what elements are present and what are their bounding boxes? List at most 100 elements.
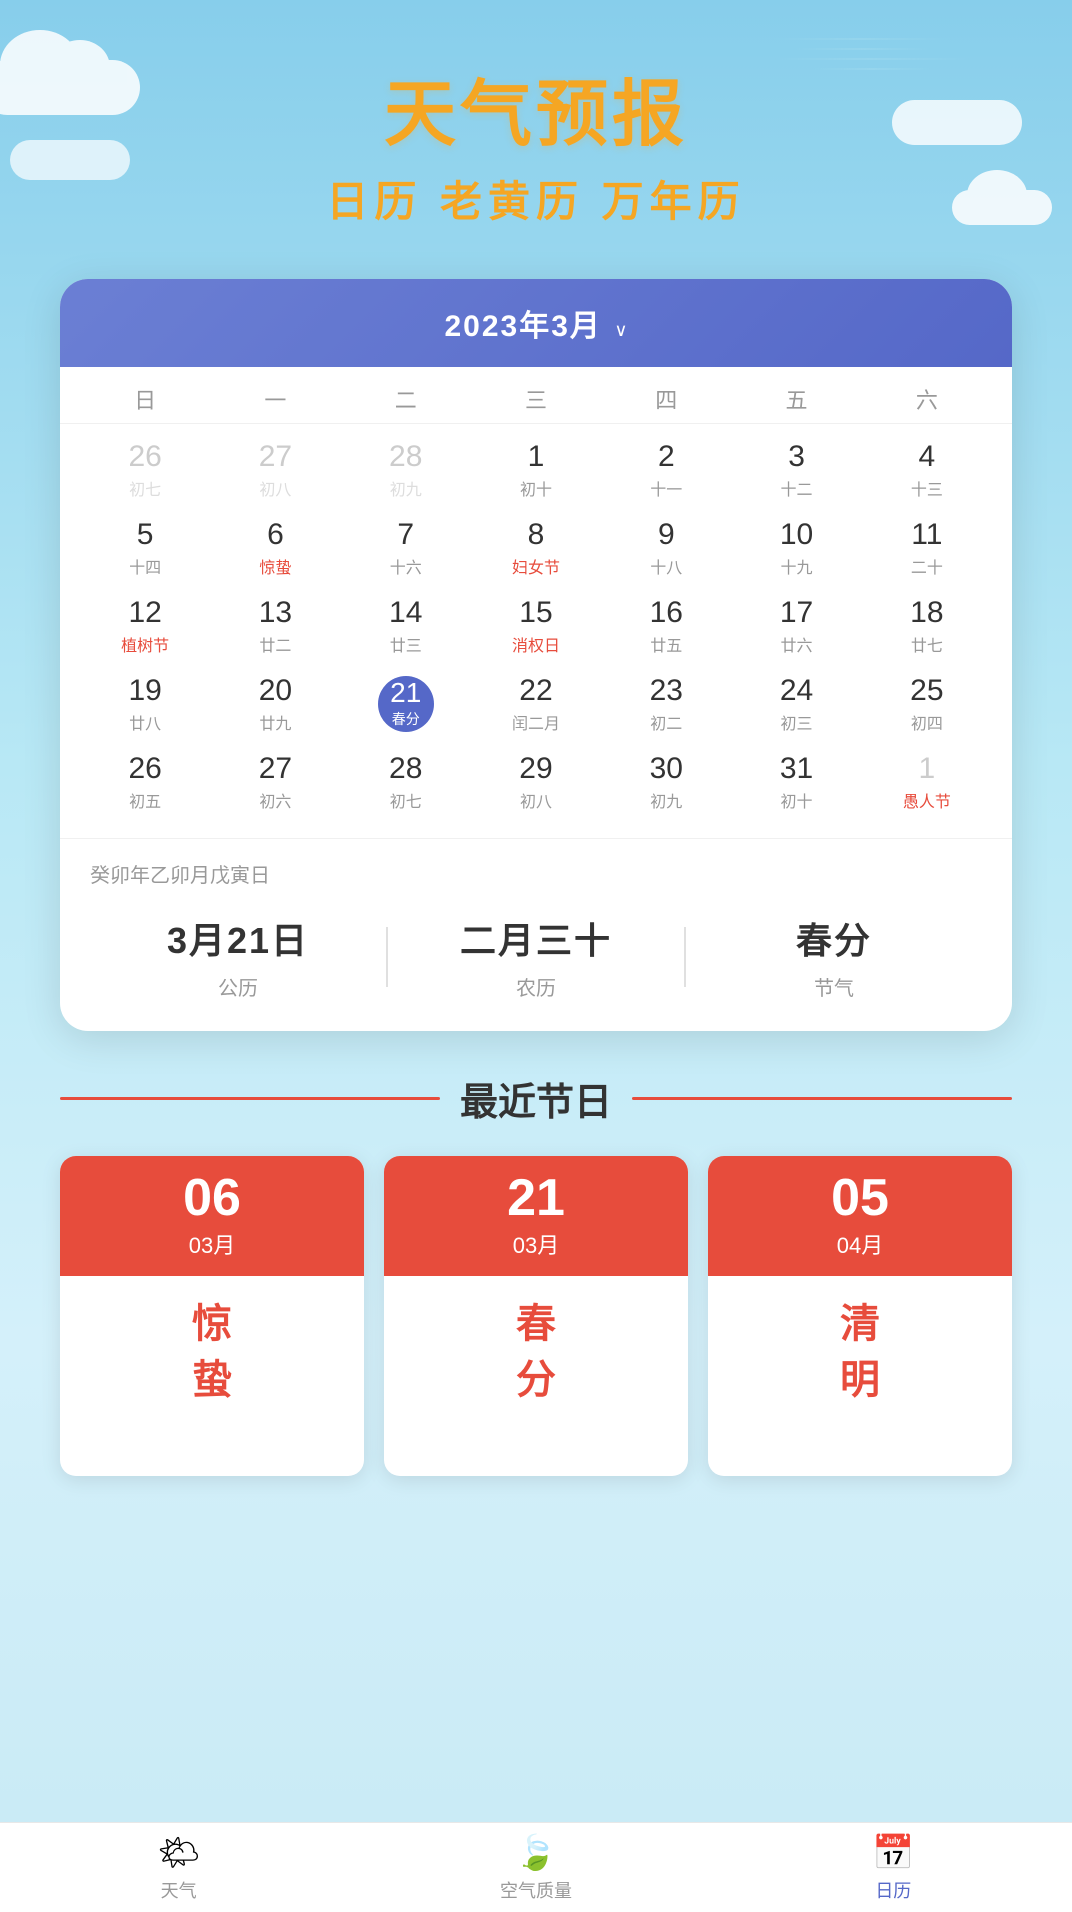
calendar-cell-19[interactable]: 19 廿八 xyxy=(80,666,210,744)
date-info-row: 3月21日 公历 二月三十 农历 春分 节气 xyxy=(90,912,982,1001)
calendar-cell-26[interactable]: 26 初五 xyxy=(80,744,210,822)
calendar-cell-3[interactable]: 3 十二 xyxy=(731,432,861,510)
calendar-header[interactable]: 2023年3月 ∨ xyxy=(60,279,1012,367)
cal-date: 6 xyxy=(214,520,336,550)
cal-date: 20 xyxy=(214,676,336,706)
cal-date: 3 xyxy=(735,442,857,472)
nav-item-calendar[interactable]: 📅 日历 xyxy=(715,1825,1072,1911)
calendar-cell-2[interactable]: 2 十一 xyxy=(601,432,731,510)
nav-label-weather: 天气 xyxy=(161,1877,197,1903)
calendar-cell-1[interactable]: 1 初十 xyxy=(471,432,601,510)
cal-lunar: 廿五 xyxy=(605,632,727,656)
calendar-cell-13[interactable]: 13 廿二 xyxy=(210,588,340,666)
calendar-cell-12[interactable]: 12 植树节 xyxy=(80,588,210,666)
calendar-cell-26[interactable]: 26 初七 xyxy=(80,432,210,510)
cal-lunar: 廿七 xyxy=(866,632,988,656)
holiday-card-header: 05 04月 xyxy=(708,1156,1012,1276)
holiday-card-header: 21 03月 xyxy=(384,1156,688,1276)
calendar-cell-28[interactable]: 28 初九 xyxy=(341,432,471,510)
calendar-cell-9[interactable]: 9 十八 xyxy=(601,510,731,588)
holiday-card-0[interactable]: 06 03月 惊蛰 xyxy=(60,1156,364,1476)
cal-lunar: 惊蛰 xyxy=(214,554,336,578)
nav-item-air[interactable]: 🍃 空气质量 xyxy=(357,1825,714,1911)
cal-lunar: 初九 xyxy=(345,476,467,500)
calendar-cell-21[interactable]: 21 春分 xyxy=(341,666,471,744)
cal-lunar: 初十 xyxy=(735,788,857,812)
calendar-cell-24[interactable]: 24 初三 xyxy=(731,666,861,744)
calendar-cell-11[interactable]: 11 二十 xyxy=(862,510,992,588)
solar-term-value: 春分 xyxy=(686,912,982,964)
weekday-thu: 四 xyxy=(601,383,731,415)
app-title: 天气预报 xyxy=(0,55,1072,160)
calendar-cell-14[interactable]: 14 廿三 xyxy=(341,588,471,666)
solar-date-item: 3月21日 公历 xyxy=(90,912,386,1001)
cal-date: 4 xyxy=(866,442,988,472)
cal-date: 27 xyxy=(214,442,336,472)
cal-date: 31 xyxy=(735,754,857,784)
cal-date: 16 xyxy=(605,598,727,628)
holiday-card-body: 春分 xyxy=(384,1276,688,1428)
calendar-cell-7[interactable]: 7 十六 xyxy=(341,510,471,588)
cal-lunar: 初八 xyxy=(214,476,336,500)
cal-lunar: 春分 xyxy=(392,709,420,729)
holiday-cards: 06 03月 惊蛰 21 03月 春分 05 04月 清明 xyxy=(60,1156,1012,1476)
calendar-cell-28[interactable]: 28 初七 xyxy=(341,744,471,822)
calendar-cell-23[interactable]: 23 初二 xyxy=(601,666,731,744)
holiday-name: 惊蛰 xyxy=(70,1296,354,1408)
calendar-cell-27[interactable]: 27 初八 xyxy=(210,432,340,510)
cal-date: 23 xyxy=(605,676,727,706)
cal-lunar: 初七 xyxy=(84,476,206,500)
holiday-card-body: 清明 xyxy=(708,1276,1012,1428)
cal-lunar: 植树节 xyxy=(84,632,206,656)
weekday-fri: 五 xyxy=(731,383,861,415)
cal-date: 18 xyxy=(866,598,988,628)
weather-icon: 🌤 xyxy=(157,1833,200,1873)
weekday-tue: 二 xyxy=(341,383,471,415)
cal-date: 13 xyxy=(214,598,336,628)
cal-date: 19 xyxy=(84,676,206,706)
weekday-sat: 六 xyxy=(862,383,992,415)
lunar-date-value: 二月三十 xyxy=(388,912,684,964)
calendar-cell-29[interactable]: 29 初八 xyxy=(471,744,601,822)
cal-date: 2 xyxy=(605,442,727,472)
cal-lunar: 闰二月 xyxy=(475,710,597,734)
cal-date: 8 xyxy=(475,520,597,550)
calendar-card: 2023年3月 ∨ 日 一 二 三 四 五 六 26 初七27 初八28 初九1… xyxy=(60,279,1012,1031)
cal-date: 25 xyxy=(866,676,988,706)
calendar-cell-18[interactable]: 18 廿七 xyxy=(862,588,992,666)
calendar-cell-6[interactable]: 6 惊蛰 xyxy=(210,510,340,588)
calendar-cell-27[interactable]: 27 初六 xyxy=(210,744,340,822)
nav-label-calendar: 日历 xyxy=(875,1877,911,1903)
calendar-cell-22[interactable]: 22 闰二月 xyxy=(471,666,601,744)
app-subtitle: 日历 老黄历 万年历 xyxy=(0,168,1072,229)
air-icon: 🍃 xyxy=(515,1833,557,1873)
holiday-card-header: 06 03月 xyxy=(60,1156,364,1276)
calendar-cell-10[interactable]: 10 十九 xyxy=(731,510,861,588)
chevron-down-icon[interactable]: ∨ xyxy=(614,320,627,341)
calendar-cell-15[interactable]: 15 消权日 xyxy=(471,588,601,666)
cal-date: 7 xyxy=(345,520,467,550)
cal-date: 29 xyxy=(475,754,597,784)
cal-date: 26 xyxy=(84,442,206,472)
calendar-cell-4[interactable]: 4 十三 xyxy=(862,432,992,510)
calendar-cell-30[interactable]: 30 初九 xyxy=(601,744,731,822)
calendar-cell-5[interactable]: 5 十四 xyxy=(80,510,210,588)
calendar-cell-25[interactable]: 25 初四 xyxy=(862,666,992,744)
cal-lunar: 初七 xyxy=(345,788,467,812)
cal-lunar: 廿六 xyxy=(735,632,857,656)
holiday-card-1[interactable]: 21 03月 春分 xyxy=(384,1156,688,1476)
calendar-cell-1[interactable]: 1 愚人节 xyxy=(862,744,992,822)
cal-lunar: 妇女节 xyxy=(475,554,597,578)
calendar-cell-8[interactable]: 8 妇女节 xyxy=(471,510,601,588)
calendar-cell-31[interactable]: 31 初十 xyxy=(731,744,861,822)
holiday-card-2[interactable]: 05 04月 清明 xyxy=(708,1156,1012,1476)
bottom-nav: 🌤 天气 🍃 空气质量 📅 日历 xyxy=(0,1822,1072,1912)
calendar-cell-20[interactable]: 20 廿九 xyxy=(210,666,340,744)
calendar-cell-16[interactable]: 16 廿五 xyxy=(601,588,731,666)
cal-lunar: 廿九 xyxy=(214,710,336,734)
calendar-cell-17[interactable]: 17 廿六 xyxy=(731,588,861,666)
holiday-name: 春分 xyxy=(394,1296,678,1408)
nav-item-weather[interactable]: 🌤 天气 xyxy=(0,1825,357,1911)
cal-lunar: 初二 xyxy=(605,710,727,734)
solar-term-item: 春分 节气 xyxy=(686,912,982,1001)
